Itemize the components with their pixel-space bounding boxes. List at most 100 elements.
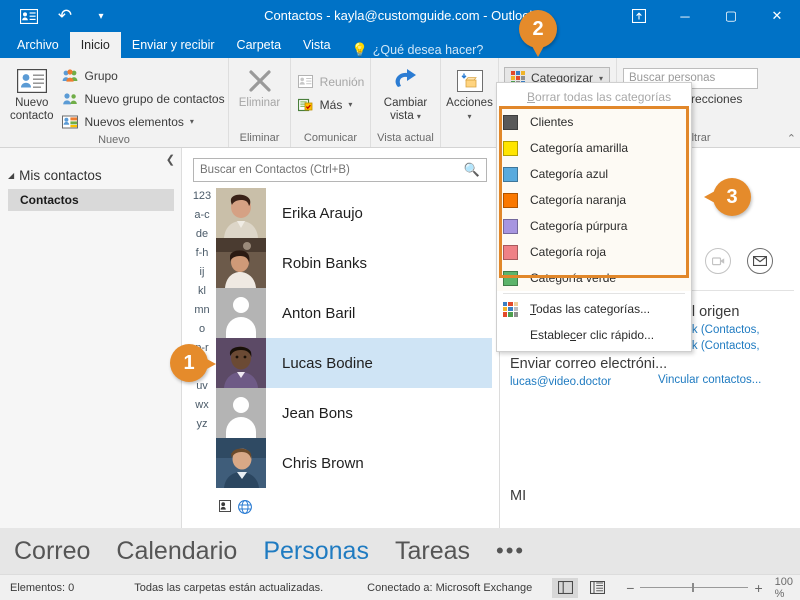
normal-view-button[interactable] [552,577,579,598]
mas-button[interactable]: Más ▾ [293,94,369,115]
alpha-item[interactable]: mn [194,304,209,316]
category-label: Categoría naranja [530,193,627,207]
zoom-slider[interactable] [640,583,749,592]
globe-icon[interactable] [237,499,253,520]
new-contact-label-line1: Nuevo [15,97,49,109]
ribbon-group-label-acciones [447,130,492,147]
email-button[interactable] [747,248,773,274]
menu-item-set-quick-click[interactable]: Establecer clic rápido... [497,322,691,348]
zoom-out-button[interactable]: − [626,580,634,596]
email-address-link[interactable]: lucas@video.doctor [510,374,658,390]
category-label: Categoría roja [530,245,607,259]
alpha-item[interactable]: uv [196,380,208,392]
tab-archivo[interactable]: Archivo [6,32,70,58]
table-row[interactable]: Jean Bons [216,388,492,438]
acciones-button[interactable]: Acciones ▾ [440,63,500,123]
avatar [216,238,266,288]
module-tareas[interactable]: Tareas [395,537,470,566]
zoom-in-button[interactable]: + [754,580,762,596]
table-row[interactable]: Lucas Bodine [216,338,492,388]
menu-item-clear-all-categories[interactable]: Borrar todas las categorías [497,85,691,109]
nuevo-small-buttons: Grupo Nuevo grupo de contactos Nuevos el… [57,63,228,132]
alpha-item[interactable]: f-h [196,247,209,259]
alpha-item[interactable]: 123 [193,190,211,202]
new-contact-group-icon [61,90,78,107]
menu-item-category[interactable]: Categoría púrpura [497,213,691,239]
alpha-item[interactable]: yz [197,418,208,430]
table-row[interactable]: Anton Baril [216,288,492,338]
new-items-icon [61,113,78,130]
im-label: MI [510,488,527,504]
alpha-item[interactable]: de [196,228,208,240]
lightbulb-icon: 💡 [351,42,368,57]
module-correo[interactable]: Correo [14,537,90,566]
grupo-button[interactable]: Grupo [57,65,228,86]
module-overflow-button[interactable]: ••• [496,538,525,564]
ribbon-display-options-button[interactable] [616,0,662,32]
table-row[interactable]: Chris Brown [216,438,492,488]
collapse-folder-pane-button[interactable]: ❮ [166,153,175,166]
more-icon [297,96,314,113]
nuevo-grupo-contactos-button[interactable]: Nuevo grupo de contactos [57,88,228,109]
tab-carpeta[interactable]: Carpeta [226,32,292,58]
tab-vista[interactable]: Vista [292,32,342,58]
video-call-button[interactable] [705,248,731,274]
acciones-label: Acciones [446,97,493,109]
eliminar-label: Eliminar [238,97,281,109]
sidebar-item-contactos[interactable]: Contactos [8,189,174,211]
menu-item-all-categories[interactable]: Todas las categorías... [497,296,691,322]
close-button[interactable]: ✕ [754,0,800,32]
my-contacts-header[interactable]: ◢ Mis contactos [0,168,181,183]
status-folders-updated: Todas las carpetas están actualizadas. [134,581,324,594]
cambiar-vista-label-line1: Cambiar [383,97,428,109]
table-row[interactable]: Erika Araujo [216,188,492,238]
new-contact-button[interactable]: Nuevo contacto [10,63,53,123]
minimize-button[interactable]: ─ [662,0,708,32]
alpha-item[interactable]: a-c [194,209,209,221]
contact-name: Chris Brown [282,454,364,472]
category-label: Categoría azul [530,167,609,181]
menu-item-category[interactable]: Categoría amarilla [497,135,691,161]
contact-name: Robin Banks [282,254,368,272]
collapse-ribbon-button[interactable]: ⌃ [787,132,796,145]
search-contacts-placeholder: Buscar en Contactos (Ctrl+B) [200,164,350,176]
tell-me-box[interactable]: 💡 ¿Qué desea hacer? [342,42,484,58]
nuevos-elementos-label: Nuevos elementos [84,114,184,129]
search-contacts-input[interactable]: Buscar en Contactos (Ctrl+B) 🔍 [193,158,487,182]
reunion-label: Reunión [319,74,365,89]
ribbon-group-label-vista-actual: Vista actual [377,132,434,144]
cambiar-vista-button[interactable]: Cambiar vista ▾ [376,63,436,123]
alpha-item[interactable]: ij [200,266,205,278]
menu-item-category[interactable]: Categoría verde [497,265,691,291]
maximize-button[interactable]: ▢ [708,0,754,32]
table-row[interactable]: Robin Banks [216,238,492,288]
category-label: Categoría verde [530,271,617,285]
color-swatch [503,244,518,260]
module-bar: Correo Calendario Personas Tareas ••• [0,528,800,574]
search-icon: 🔍 [463,162,480,177]
menu-item-category[interactable]: Categoría roja [497,239,691,265]
menu-item-category[interactable]: Clientes [497,109,691,135]
title-bar: ↶ ▾ Contactos - kayla@customguide.com - … [0,0,800,32]
link-contacts-link[interactable]: Vincular contactos... [658,372,800,388]
tab-enviar-y-recibir[interactable]: Enviar y recibir [121,32,226,58]
module-calendario[interactable]: Calendario [116,537,237,566]
zoom-slider-thumb[interactable] [692,583,695,592]
alpha-item[interactable]: kl [198,285,206,297]
nuevos-elementos-button[interactable]: Nuevos elementos ▾ [57,111,228,132]
module-personas[interactable]: Personas [263,537,369,566]
eliminar-button[interactable]: Eliminar [230,63,290,110]
contact-list-pane: Buscar en Contactos (Ctrl+B) 🔍 123 a-c d… [183,148,498,528]
tell-me-label: ¿Qué desea hacer? [372,43,484,57]
new-contact-icon [16,65,47,97]
color-swatch [503,218,518,234]
contact-card-small-icon[interactable] [219,500,235,519]
alpha-item[interactable]: wx [195,399,208,411]
alpha-item[interactable]: o [199,323,205,335]
menu-item-category[interactable]: Categoría naranja [497,187,691,213]
zoom-level-label: 100 % [774,575,793,600]
reunion-button[interactable]: Reunión [293,71,369,92]
menu-item-category[interactable]: Categoría azul [497,161,691,187]
reading-view-button[interactable] [584,578,610,598]
tab-inicio[interactable]: Inicio [69,32,121,58]
